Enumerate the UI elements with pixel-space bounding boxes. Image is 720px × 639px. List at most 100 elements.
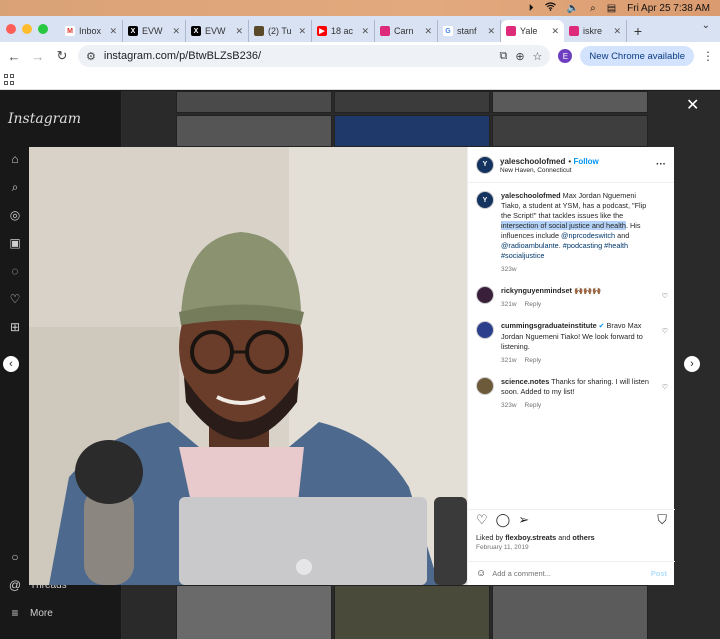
spotlight-search-icon[interactable]: ⌕ [590,3,596,14]
back-button[interactable]: ← [6,49,22,64]
next-post-arrow-icon[interactable]: › [684,356,700,372]
explore-icon[interactable]: ◎ [8,208,22,222]
comment-time[interactable]: 321w [501,357,517,364]
create-icon[interactable]: ⊞ [8,320,22,334]
tab-close-icon[interactable]: ✕ [235,26,243,37]
profile-grid-tile[interactable] [176,585,332,639]
tab-close-icon[interactable]: ✕ [424,26,432,37]
notifications-heart-icon[interactable]: ♡ [8,292,22,306]
browser-tab[interactable]: Yale ✕ [501,20,564,42]
site-settings-icon[interactable]: ⚙ [86,50,96,63]
save-bookmark-icon[interactable]: ⛉ [657,512,667,528]
browser-tab[interactable]: Gstanf ✕ [438,20,501,42]
zoom-icon[interactable]: ⊕ [515,50,524,63]
profile-avatar[interactable]: E [558,49,573,63]
liked-by-user[interactable]: flexboy.streats [505,533,556,542]
browser-tab[interactable]: (2) Tu ✕ [249,20,312,42]
author-username[interactable]: yaleschoolofmed [500,157,565,166]
profile-grid-tile[interactable] [334,91,490,113]
tab-search-chevron-icon[interactable]: ⌄ [702,20,710,31]
minimize-window-button[interactable] [22,24,32,34]
close-window-button[interactable] [6,24,16,34]
browser-tab[interactable]: M Inbox ✕ [60,20,123,42]
comment-icon[interactable]: ◯ [496,512,511,528]
follow-button[interactable]: Follow [573,157,598,166]
search-icon[interactable]: ⌕ [8,180,22,194]
reload-button[interactable]: ↻ [54,48,70,64]
previous-post-arrow-icon[interactable]: ‹ [3,356,19,372]
caption-username[interactable]: yaleschoolofmed [501,191,561,200]
close-post-icon[interactable]: ✕ [686,98,699,114]
volume-icon[interactable]: 🔈 [567,3,579,14]
mention-link[interactable]: @radioambulante [501,241,559,250]
post-date[interactable]: February 11, 2019 [476,544,529,551]
commenter-username[interactable]: cummingsgraduateinstitute [501,321,597,330]
instagram-logo[interactable]: Instagram [8,111,81,127]
commenter-avatar[interactable] [476,377,494,395]
reply-button[interactable]: Reply [525,301,542,308]
reply-button[interactable]: Reply [525,357,542,364]
comment-time[interactable]: 323w [501,402,517,409]
post-location[interactable]: New Haven, Connecticut [500,167,599,174]
share-send-icon[interactable]: ➢ [518,512,529,528]
browser-tab[interactable]: X EVW ✕ [186,20,249,42]
home-icon[interactable]: ⌂ [8,152,22,166]
wifi-icon[interactable] [544,2,556,14]
menubar-datetime[interactable]: Fri Apr 25 7:38 AM [627,3,710,14]
tab-close-icon[interactable]: ✕ [109,26,117,37]
tab-close-icon[interactable]: ✕ [172,26,180,37]
more-menu-icon[interactable]: ≡ [8,606,22,620]
liked-others-link[interactable]: others [572,533,594,542]
browser-tab[interactable]: X EVW ✕ [123,20,186,42]
reply-button[interactable]: Reply [525,402,542,409]
tab-close-icon[interactable]: ✕ [551,26,559,37]
author-avatar[interactable]: Y [476,155,494,174]
tab-close-icon[interactable]: ✕ [298,26,306,37]
profile-grid-tile[interactable] [492,91,648,113]
more-label[interactable]: More [30,608,53,619]
tab-close-icon[interactable]: ✕ [487,26,495,37]
profile-grid-tile[interactable] [176,91,332,113]
profile-grid-tile[interactable] [176,115,332,147]
profile-grid-tile[interactable] [334,115,490,147]
comment-like-heart-icon[interactable]: ♡ [662,292,668,300]
reels-icon[interactable]: ▣ [8,236,22,250]
comment-like-heart-icon[interactable]: ♡ [662,383,668,391]
cast-icon[interactable]: ⧉ [499,50,507,63]
zoom-window-button[interactable] [38,24,48,34]
commenter-avatar[interactable] [476,321,494,339]
bookmark-star-icon[interactable]: ☆ [533,50,543,63]
new-tab-button[interactable]: + [627,20,649,42]
commenter-avatar[interactable] [476,286,494,304]
chrome-menu-icon[interactable]: ⋮ [702,49,714,63]
comment-like-heart-icon[interactable]: ♡ [662,327,668,335]
caption-time[interactable]: 323w [501,266,517,273]
tab-close-icon[interactable]: ✕ [361,26,369,37]
browser-tab[interactable]: Carn ✕ [375,20,438,42]
commenter-username[interactable]: science.notes [501,377,549,386]
comment-time[interactable]: 321w [501,301,517,308]
profile-grid-tile[interactable] [334,585,490,639]
add-comment-input[interactable]: Add a comment... [492,569,551,578]
threads-icon[interactable]: @ [8,578,22,592]
meta-ai-icon[interactable]: ○ [8,550,22,564]
post-comment-button[interactable]: Post [651,569,667,578]
profile-grid-tile[interactable] [492,115,648,147]
like-heart-icon[interactable]: ♡ [476,512,488,528]
control-center-icon[interactable]: ▤ [607,3,616,14]
profile-grid-tile[interactable] [492,585,648,639]
address-bar[interactable]: ⚙ instagram.com/p/BtwBLZsB236/ ⧉ ⊕ ☆ [78,45,551,67]
browser-tab[interactable]: ▶ 18 ac ✕ [312,20,375,42]
url-text[interactable]: instagram.com/p/BtwBLZsB236/ [104,50,492,62]
forward-button[interactable]: → [30,49,46,64]
tab-close-icon[interactable]: ✕ [613,26,621,37]
new-chrome-available-button[interactable]: New Chrome available [580,46,694,66]
emoji-icon[interactable]: ☺ [476,568,486,579]
apps-grid-icon[interactable] [4,74,15,85]
caption-avatar[interactable]: Y [476,191,494,209]
browser-tab[interactable]: iskre ✕ [564,20,627,42]
messages-icon[interactable]: ◌ [8,264,22,278]
more-options-icon[interactable]: ··· [656,159,666,170]
mention-link[interactable]: @nprcodeswitch [561,231,615,240]
play-status-icon[interactable]: ⏵ [529,3,534,14]
